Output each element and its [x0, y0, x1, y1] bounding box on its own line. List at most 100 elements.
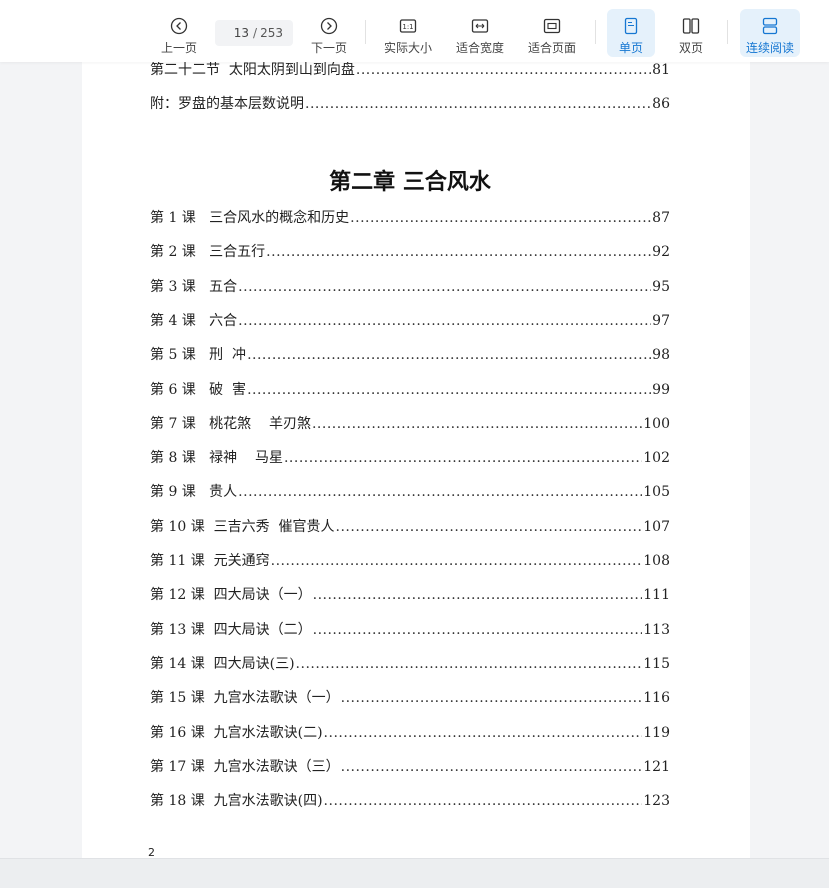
toolbar-divider [595, 20, 596, 44]
dot-leader: ........................................… [312, 587, 643, 604]
toc-entry-page: 113 [643, 621, 670, 638]
fit-page-button[interactable]: 适合页面 [524, 9, 580, 57]
toc-entry: 第 18 课 九宫水法歌诀(四)........................… [150, 791, 670, 811]
continuous-reading-icon [762, 17, 778, 35]
toc-entry: 第 16 课 九宫水法歌诀(二)........................… [150, 723, 670, 743]
continuous-reading-label: 连续阅读 [745, 41, 794, 55]
toc-entry: 第 14 课 四大局诀(三)..........................… [150, 654, 670, 674]
toc-entry-title: 第 8 课 禄神 马星 [150, 450, 283, 467]
toc-entry-title: 第 16 课 九宫水法歌诀(二) [150, 724, 323, 741]
toolbar-divider [727, 20, 728, 44]
toc-entry: 第 9 课 贵人................................… [150, 482, 670, 502]
toc-entry-page: 108 [643, 553, 670, 569]
total-pages: 253 [260, 26, 283, 40]
chevron-right-circle-icon [320, 17, 338, 35]
toc-entry: 第 12 课 四大局诀（一）..........................… [150, 585, 670, 605]
toc-entry-page: 115 [643, 655, 670, 672]
toc-entry: 第 11 课 元关通窍.............................… [150, 551, 670, 571]
dot-leader: ........................................… [247, 347, 651, 364]
toc-entry-title: 第 14 课 四大局诀(三) [150, 655, 295, 672]
chevron-left-circle-icon [170, 17, 188, 35]
toc-entry-title: 第二十二节 太阳太阴到山到向盘 [150, 62, 355, 78]
dot-leader: ........................................… [340, 758, 643, 775]
dot-leader: ........................................… [340, 690, 643, 707]
toc-entry-title: 第 4 课 六合 [150, 312, 238, 329]
toc-entry-title: 第 11 课 元关通窍 [150, 553, 270, 569]
toc-entry-page: 105 [643, 484, 670, 501]
toc-entry-title: 第 1 课 三合风水的概念和历史 [150, 210, 350, 226]
toc-entry-page: 95 [652, 278, 670, 295]
single-page-label: 单页 [618, 41, 643, 55]
toc-entry: 第 5 课 刑 冲...............................… [150, 345, 670, 365]
fit-page-icon [543, 18, 561, 34]
status-bar [0, 858, 829, 888]
toc-entry-title: 第 10 课 三吉六秀 催官贵人 [150, 518, 335, 535]
chapter-title: 第二章 三合风水 [329, 170, 491, 195]
toc-entry: 第 6 课 破 害...............................… [150, 380, 670, 400]
toc-entry: 第 4 课 六合................................… [150, 311, 670, 331]
toc-entry-title: 第 9 课 贵人 [150, 484, 238, 501]
continuous-reading-button[interactable]: 连续阅读 [740, 9, 800, 57]
toc-entry-page: 81 [652, 62, 670, 78]
toc-entry-title: 第 3 课 五合 [150, 278, 238, 295]
svg-text:1:1: 1:1 [402, 23, 413, 31]
double-page-button[interactable]: 双页 [667, 9, 715, 57]
double-page-label: 双页 [678, 41, 703, 55]
toc-entry: 第 13 课 四大局诀（二）..........................… [150, 620, 670, 640]
toc-entry: 第 8 课 禄神 马星.............................… [150, 448, 670, 468]
dot-leader: ........................................… [238, 312, 651, 329]
dot-leader: ........................................… [305, 96, 652, 112]
toc-entry-title: 第 15 课 九宫水法歌诀（一） [150, 690, 340, 707]
toc-entry-page: 98 [652, 347, 670, 364]
dot-leader: ........................................… [238, 484, 642, 501]
toc-entry: 附：罗盘的基本层数说明 ............................… [150, 94, 670, 114]
single-page-button[interactable]: 单页 [607, 9, 655, 57]
toc-entry: 第 17 课 九宫水法歌诀（三）........................… [150, 757, 670, 777]
fit-width-label: 适合宽度 [455, 41, 504, 55]
prev-page-button[interactable]: 上一页 [156, 9, 202, 57]
dot-leader: ........................................… [270, 553, 643, 569]
toc-entry-page: 116 [643, 690, 670, 707]
toc-entry-title: 第 13 课 四大局诀（二） [150, 621, 312, 638]
toc-entry-page: 92 [652, 244, 670, 261]
viewer-toolbar: 上一页 / 253 下一页 1:1 实际大小 适合宽度 适合页面 [0, 0, 829, 62]
toc-entry-page: 107 [643, 518, 670, 535]
dot-leader: ........................................… [312, 621, 643, 638]
actual-size-button[interactable]: 1:1 实际大小 [380, 9, 436, 57]
toc-entry-title: 第 17 课 九宫水法歌诀（三） [150, 758, 340, 775]
prev-page-label: 上一页 [160, 41, 197, 55]
toc-entry-title: 第 5 课 刑 冲 [150, 347, 247, 364]
toc-entry: 第 7 课 桃花煞 羊刃煞...........................… [150, 414, 670, 434]
fit-page-label: 适合页面 [527, 41, 576, 55]
page-separator: / [253, 26, 258, 40]
toc-entry-title: 第 18 课 九宫水法歌诀(四) [150, 793, 323, 810]
toc-entry-page: 86 [652, 96, 670, 112]
actual-size-label: 实际大小 [383, 41, 432, 55]
dot-leader: ........................................… [266, 244, 651, 261]
dot-leader: ........................................… [247, 381, 651, 398]
fit-width-button[interactable]: 适合宽度 [452, 9, 508, 57]
toc-entry-page: 97 [652, 312, 670, 329]
toc-entry-page: 99 [652, 381, 670, 398]
dot-leader: ........................................… [295, 655, 643, 672]
current-page-input[interactable] [225, 26, 250, 40]
toc-entry-page: 102 [643, 450, 670, 467]
toc-entry-page: 87 [652, 210, 670, 226]
dot-leader: ........................................… [311, 415, 642, 432]
toc-entry-page: 119 [643, 724, 670, 741]
page-indicator: / 253 [215, 20, 293, 46]
toc-entry: 第 3 课 五合................................… [150, 277, 670, 297]
toc-entry-title: 第 2 课 三合五行 [150, 244, 266, 261]
single-page-icon [624, 17, 638, 35]
dot-leader: ........................................… [350, 210, 652, 226]
next-page-button[interactable]: 下一页 [306, 9, 352, 57]
document-page: 第二十二节 太阳太阴到山到向盘 ........................… [82, 62, 750, 859]
actual-size-icon: 1:1 [399, 19, 417, 33]
dot-leader: ........................................… [355, 62, 651, 78]
toc-entry: 第 2 课 三合五行..............................… [150, 242, 670, 262]
fit-width-icon [471, 19, 489, 33]
toc-entry-page: 123 [643, 793, 670, 810]
dot-leader: ........................................… [323, 724, 643, 741]
toc-entry-title: 第 6 课 破 害 [150, 381, 247, 398]
toc-entry: 第 15 课 九宫水法歌诀（一）........................… [150, 688, 670, 708]
